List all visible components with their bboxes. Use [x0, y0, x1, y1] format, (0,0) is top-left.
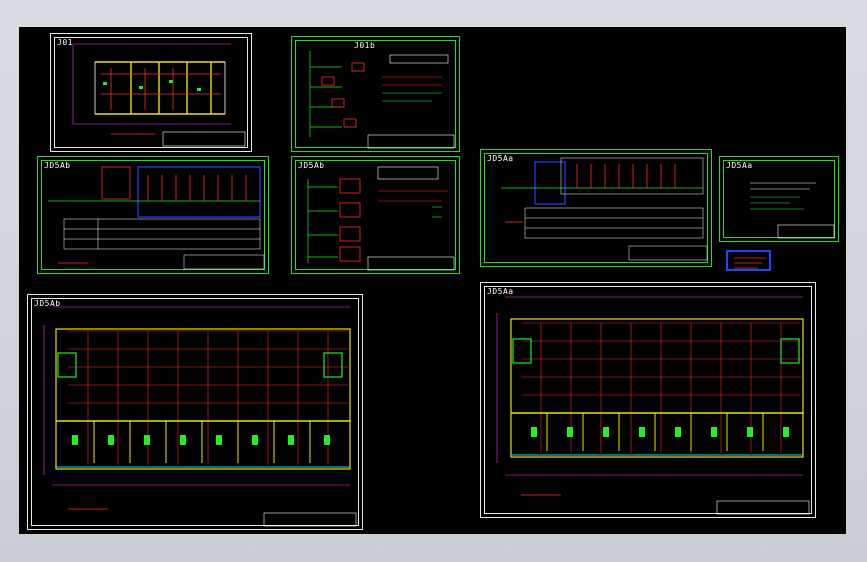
sheet-distribution-panel-2[interactable]: JD5Aa	[480, 149, 712, 267]
sheet-legend[interactable]: JD5Aa	[719, 156, 839, 242]
drawing-canvas[interactable]: J01 J01b JD5Ab JD5Ab JD5Aa JD5Aa JD5Ab J…	[19, 27, 846, 534]
floor-plan-drawing	[496, 296, 810, 515]
distribution-diagram-drawing	[501, 157, 708, 261]
sheet-floor-plan-large-1[interactable]: JD5Ab	[27, 294, 363, 530]
sheet-system-diagram-1[interactable]: J01b	[291, 36, 460, 152]
legend-callout-drawing	[734, 257, 766, 269]
system-diagram-drawing	[309, 51, 455, 149]
legend-callout-box[interactable]	[726, 250, 771, 271]
sheet-floor-plan-small[interactable]: J01	[50, 33, 252, 152]
floor-plan-drawing	[72, 43, 246, 147]
legend-drawing	[750, 182, 835, 239]
system-diagram-drawing	[307, 166, 455, 271]
floor-plan-drawing	[43, 306, 357, 527]
sheet-floor-plan-large-2[interactable]: JD5Aa	[480, 282, 816, 518]
distribution-diagram-drawing	[48, 166, 265, 270]
sheet-system-diagram-2[interactable]: JD5Ab	[291, 156, 460, 274]
sheet-distribution-panel-1[interactable]: JD5Ab	[37, 156, 269, 274]
